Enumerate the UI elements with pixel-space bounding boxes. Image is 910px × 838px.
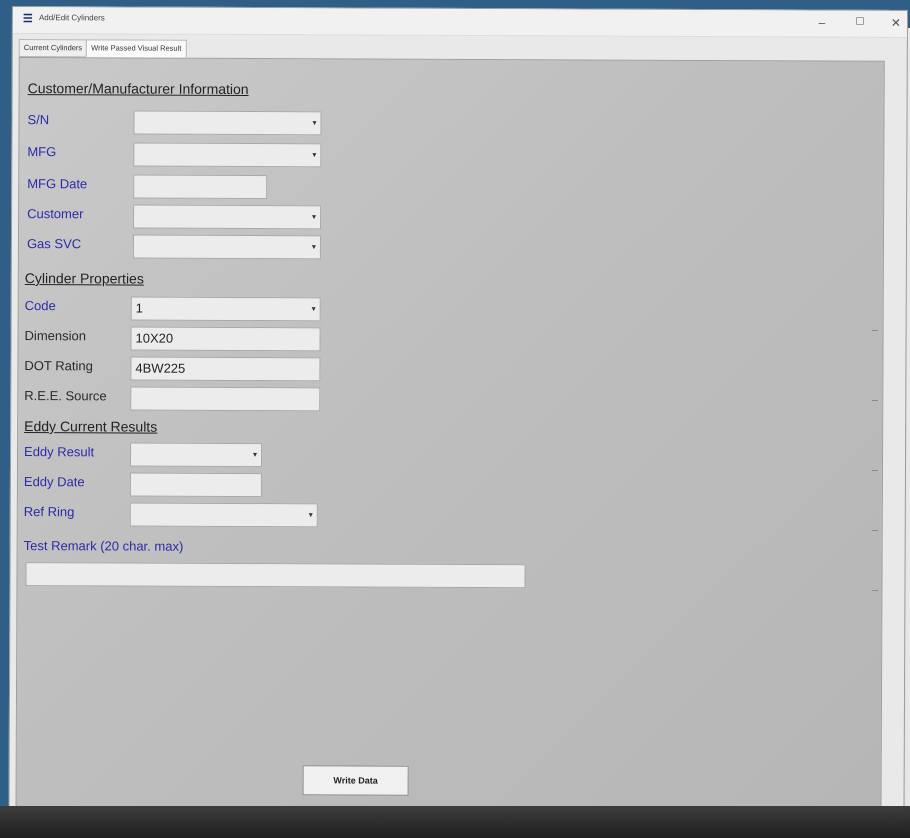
gas-svc-label: Gas SVC: [26, 236, 82, 252]
chevron-down-icon[interactable]: ▾: [310, 210, 318, 224]
code-label: Code: [24, 298, 56, 314]
tick-mark: [872, 330, 878, 331]
tab-write-passed-visual-result[interactable]: Write Passed Visual Result: [86, 39, 187, 58]
customer-label: Customer: [27, 206, 84, 222]
dot-rating-label: DOT Rating: [24, 358, 93, 374]
dot-rating-field[interactable]: 4BW225: [130, 356, 321, 382]
tab-current-cylinders[interactable]: Current Cylinders: [18, 39, 88, 58]
form-panel: Customer/Manufacturer Information S/N ▾ …: [15, 57, 885, 811]
gas-svc-combobox[interactable]: ▾: [132, 234, 322, 260]
chevron-down-icon[interactable]: ▾: [310, 240, 318, 254]
chevron-down-icon[interactable]: ▾: [251, 448, 259, 462]
mfg-date-label: MFG Date: [27, 176, 88, 192]
eddy-result-label: Eddy Result: [24, 444, 95, 460]
chevron-down-icon[interactable]: ▾: [307, 508, 315, 522]
test-remark-label: Test Remark (20 char. max): [23, 538, 184, 554]
tick-mark: [872, 400, 878, 401]
ree-source-field[interactable]: [130, 386, 321, 412]
tab-strip: Current Cylinders Write Passed Visual Re…: [18, 39, 187, 58]
dimension-field[interactable]: 10X20: [130, 326, 321, 352]
monitor-bezel-bottom: [0, 806, 910, 838]
tick-mark: [872, 590, 878, 591]
sn-label: S/N: [27, 112, 50, 128]
customer-combobox[interactable]: ▾: [133, 204, 322, 230]
ref-ring-label: Ref Ring: [23, 504, 75, 520]
scale-ticks: [870, 330, 884, 630]
chevron-down-icon[interactable]: ▾: [310, 116, 318, 130]
tick-mark: [872, 470, 878, 471]
code-combobox[interactable]: 1 ▾: [130, 296, 321, 322]
section-heading-cylinder: Cylinder Properties: [24, 270, 144, 287]
chevron-down-icon[interactable]: ▾: [310, 148, 318, 162]
chevron-down-icon[interactable]: ▾: [310, 302, 318, 316]
sn-combobox[interactable]: ▾: [133, 110, 322, 136]
mfg-label: MFG: [27, 144, 57, 160]
section-heading-customer: Customer/Manufacturer Information: [27, 80, 249, 98]
ree-source-label: R.E.E. Source: [24, 388, 107, 404]
section-heading-eddy: Eddy Current Results: [24, 418, 158, 435]
write-data-button[interactable]: Write Data: [302, 765, 409, 796]
minimize-button[interactable]: –: [811, 14, 833, 30]
eddy-date-field[interactable]: [129, 472, 262, 498]
window-title: Add/Edit Cylinders: [38, 13, 105, 23]
add-edit-cylinders-window: ☰ Add/Edit Cylinders – ☐ ✕ Current Cylin…: [8, 6, 908, 834]
mfg-date-field[interactable]: [133, 174, 268, 200]
close-button[interactable]: ✕: [885, 15, 907, 31]
eddy-result-combobox[interactable]: ▾: [129, 442, 263, 468]
test-remark-field[interactable]: [25, 562, 526, 589]
mfg-combobox[interactable]: ▾: [133, 142, 322, 168]
title-bar: ☰ Add/Edit Cylinders – ☐ ✕: [12, 7, 907, 38]
eddy-date-label: Eddy Date: [23, 474, 85, 490]
dimension-label: Dimension: [24, 328, 87, 344]
app-icon: ☰: [22, 13, 33, 26]
maximize-button[interactable]: ☐: [849, 15, 871, 31]
tick-mark: [872, 530, 878, 531]
ref-ring-combobox[interactable]: ▾: [129, 502, 318, 528]
code-value: 1: [135, 300, 143, 316]
